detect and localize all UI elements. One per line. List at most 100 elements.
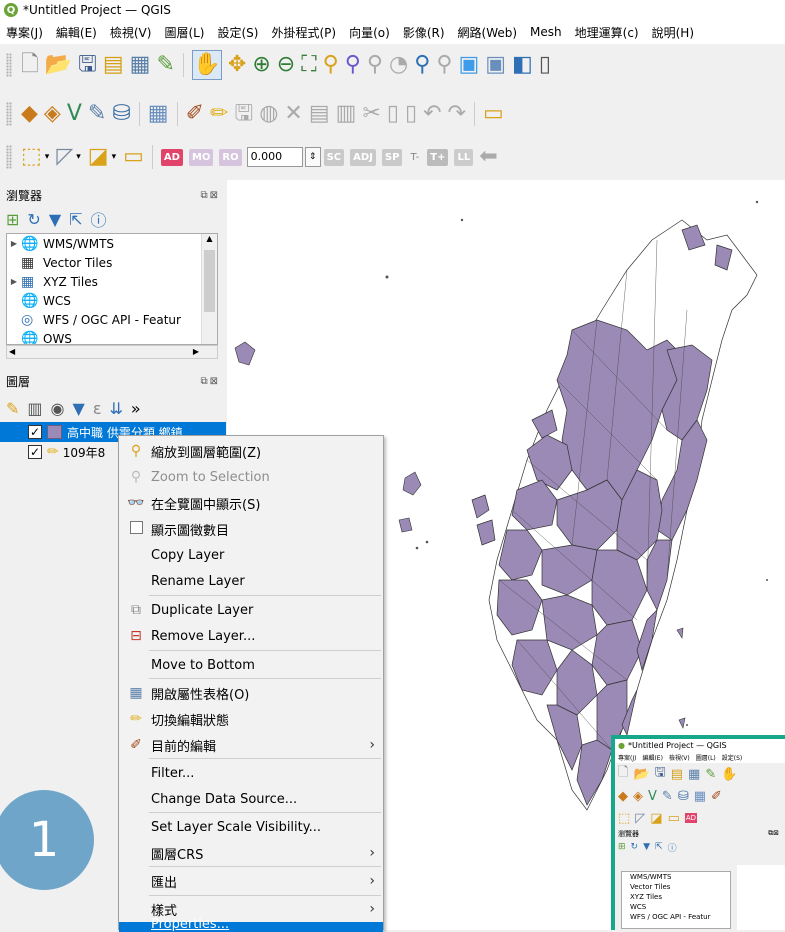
filter-legend-icon[interactable]: ▼ (73, 399, 85, 418)
toolbar-grip[interactable] (6, 53, 12, 77)
menu-processing[interactable]: 地理運算(c) (575, 24, 639, 41)
add-delimited-text-icon[interactable]: V (67, 103, 82, 125)
add-spatialite-icon[interactable]: ✎ (88, 103, 106, 125)
zoom-in-icon[interactable]: ⊕ (252, 54, 270, 76)
menu-item-copy-layer[interactable]: Copy Layer (119, 542, 383, 568)
collapse-all-icon[interactable]: ⇱ (69, 210, 82, 229)
vertex-tool-icon[interactable]: ✕ (284, 103, 302, 125)
menu-item-current-edits[interactable]: ✐ 目前的編輯 (119, 732, 383, 758)
browser-hscrollbar[interactable]: ◀ ▶ (6, 345, 218, 359)
sp-button[interactable]: SP (381, 148, 403, 166)
menu-item-export[interactable]: 匯出 (119, 868, 383, 894)
tolerance-spinner[interactable]: ⇕ (304, 147, 321, 167)
new-print-layout-icon[interactable]: ▤ (103, 54, 124, 76)
dropdown-arrow-icon[interactable]: ▾ (76, 152, 81, 162)
layer-visibility-checkbox[interactable]: ✓ (28, 425, 42, 439)
modify-attributes-icon[interactable]: ▤ (309, 103, 330, 125)
ro-button[interactable]: RO (219, 148, 242, 166)
adj-button[interactable]: ADJ (350, 148, 376, 166)
sc-button[interactable]: SC (323, 148, 345, 166)
pan-map-icon[interactable]: ✋ (191, 50, 222, 80)
menu-raster[interactable]: 影像(R) (403, 24, 445, 41)
t-minus-button[interactable]: T- (410, 152, 419, 163)
new-3d-map-icon[interactable]: ▣ (458, 54, 479, 76)
menu-item-toggle-editing[interactable]: ✏ 切換編輯狀態 (119, 706, 383, 732)
menu-mesh[interactable]: Mesh (530, 25, 562, 39)
more-tools-icon[interactable]: » (131, 399, 141, 418)
scroll-left-icon[interactable]: ◀ (9, 347, 15, 356)
open-project-icon[interactable]: 📂 (45, 54, 72, 76)
menu-item-open-attribute-table[interactable]: ▦ 開啟屬性表格(O) (119, 680, 383, 706)
paste-features-icon[interactable]: ▯ (405, 103, 417, 125)
zoom-out-icon[interactable]: ⊖ (277, 54, 295, 76)
scroll-thumb[interactable] (204, 250, 215, 312)
pan-to-selection-icon[interactable]: ✥ (228, 54, 246, 76)
menu-item-move-to-bottom[interactable]: Move to Bottom (119, 652, 383, 678)
open-layer-styling-icon[interactable]: ✎ (6, 399, 19, 418)
redo-icon[interactable]: ↷ (448, 103, 466, 125)
menu-edit[interactable]: 編輯(E) (56, 24, 97, 41)
menu-item-duplicate-layer[interactable]: ⧉ Duplicate Layer (119, 597, 383, 623)
menu-item-remove-layer[interactable]: ⊟ Remove Layer... (119, 623, 383, 649)
layout-manager-icon[interactable]: ▦ (130, 54, 151, 76)
menu-layer[interactable]: 圖層(L) (164, 24, 204, 41)
scroll-right-icon[interactable]: ▶ (193, 347, 199, 356)
mo-button[interactable]: MO (188, 148, 214, 166)
select-by-value-icon[interactable]: ◪ (88, 146, 109, 168)
expand-arrow-icon[interactable]: ▶ (7, 277, 21, 286)
toolbar-grip[interactable] (6, 145, 12, 169)
add-group-icon[interactable]: ▥ (27, 399, 42, 418)
menu-help[interactable]: 說明(H) (652, 24, 694, 41)
zoom-to-selection-icon[interactable]: ⚲ (323, 54, 339, 76)
menu-web[interactable]: 網路(Web) (458, 24, 518, 41)
select-location-icon[interactable]: ▭ (123, 146, 144, 168)
zoom-next-icon[interactable]: ⚲ (414, 54, 430, 76)
menu-item-zoom-to-layer[interactable]: ⚲ 縮放到圖層範圍(Z) (119, 438, 383, 464)
manage-map-themes-icon[interactable]: ◉ (51, 399, 65, 418)
new-project-icon[interactable]: 🗋 (21, 54, 39, 76)
menu-item-properties[interactable]: Properties... (119, 917, 383, 932)
menu-settings[interactable]: 設定(S) (218, 24, 259, 41)
save-project-icon[interactable]: 🖫 (78, 54, 97, 76)
style-manager-icon[interactable]: ✎ (156, 54, 174, 76)
menu-item-rename-layer[interactable]: Rename Layer (119, 568, 383, 594)
label-tool-icon[interactable]: ▭ (483, 103, 504, 125)
browser-item-ows[interactable]: 🌐 OWS (7, 329, 217, 345)
refresh-icon[interactable]: ↻ (27, 210, 40, 229)
menu-item-zoom-to-selection[interactable]: ⚲ Zoom to Selection (119, 464, 383, 490)
copy-features-icon[interactable]: ▯ (387, 103, 399, 125)
add-vector-layer-icon[interactable]: ◈ (44, 103, 61, 125)
menu-item-show-feature-count[interactable]: 顯示圖徵數目 (119, 516, 383, 542)
delete-selected-icon[interactable]: ▥ (336, 103, 357, 125)
browser-scrollbar[interactable]: ▲ (201, 234, 217, 344)
undo-arrow-icon[interactable]: ⬅ (479, 146, 497, 168)
browser-item-wcs[interactable]: 🌐 WCS (7, 291, 217, 310)
zoom-to-layer-icon[interactable]: ⚲ (345, 54, 361, 76)
info-icon[interactable]: ⓘ (91, 207, 107, 231)
filter-expression-icon[interactable]: ε (93, 399, 102, 418)
add-wms-icon[interactable]: ▦ (148, 103, 169, 125)
show-bookmarks-icon[interactable]: ◧ (512, 54, 533, 76)
dropdown-arrow-icon[interactable]: ▾ (45, 152, 50, 162)
menu-item-set-scale-visibility[interactable]: Set Layer Scale Visibility... (119, 814, 383, 840)
menu-project[interactable]: 專案(J) (6, 24, 43, 41)
advanced-digitizing-button[interactable]: AD (160, 148, 183, 166)
new-map-view-icon[interactable]: ⚲ (436, 54, 452, 76)
menu-item-filter[interactable]: Filter... (119, 760, 383, 786)
dropdown-arrow-icon[interactable]: ▾ (112, 152, 117, 162)
data-source-manager-icon[interactable]: ◆ (21, 103, 38, 125)
new-bookmark-icon[interactable]: ▣ (485, 54, 506, 76)
menu-plugins[interactable]: 外掛程式(P) (271, 24, 336, 41)
zoom-native-icon[interactable]: ⚲ (367, 54, 383, 76)
t-plus-button[interactable]: T+ (427, 148, 449, 166)
tolerance-input[interactable]: 0.000 (246, 147, 303, 167)
filter-icon[interactable]: ▼ (49, 210, 61, 229)
add-selected-layers-icon[interactable]: ⊞ (6, 210, 19, 229)
checkbox-icon[interactable] (127, 520, 145, 538)
browser-item-xyz-tiles[interactable]: ▶ ▦ XYZ Tiles (7, 272, 217, 291)
scroll-up-icon[interactable]: ▲ (202, 234, 217, 248)
browser-tree[interactable]: ▶ 🌐 WMS/WMTS ▦ Vector Tiles ▶ ▦ XYZ Tile… (6, 233, 218, 345)
toolbar-grip[interactable] (6, 102, 12, 126)
add-postgis-icon[interactable]: ⛁ (112, 103, 130, 125)
expand-arrow-icon[interactable]: ▶ (7, 239, 21, 248)
